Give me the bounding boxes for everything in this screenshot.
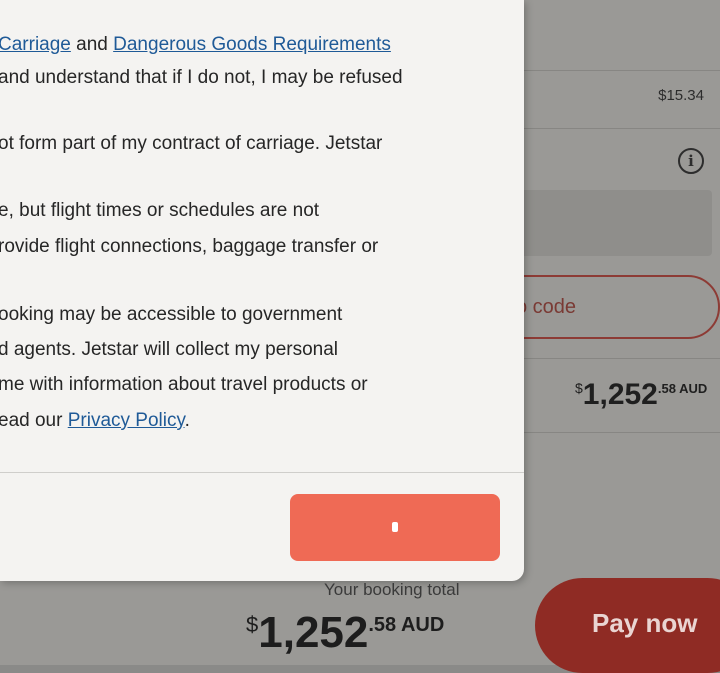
terms-line: ooking may be accessible to government [0, 304, 343, 325]
terms-line: me with information about travel product… [0, 374, 368, 395]
terms-line: ot form part of my contract of carriage.… [0, 133, 383, 154]
total-cents: .58 [657, 381, 676, 396]
row-divider [500, 128, 720, 129]
modal-divider [0, 472, 524, 473]
privacy-policy-link[interactable]: Privacy Policy [68, 410, 185, 431]
total-cents: .58 [368, 614, 397, 636]
terms-connector: and [70, 34, 114, 55]
terms-line: d agents. Jetstar will collect my person… [0, 339, 339, 360]
summary-box [500, 190, 712, 256]
privacy-suffix: . [184, 410, 190, 431]
currency-symbol: $ [575, 380, 583, 396]
terms-modal: Carriage and Dangerous Goods Requirement… [0, 0, 524, 581]
row-divider [500, 70, 720, 71]
pay-now-button[interactable]: Pay now [535, 578, 720, 673]
privacy-prefix: ead our [0, 410, 68, 431]
terms-line: rovide flight connections, baggage trans… [0, 236, 379, 257]
fee-price: $15.34 [658, 87, 704, 104]
terms-line: Carriage and Dangerous Goods Requirement… [0, 28, 391, 62]
terms-line: and understand that if I do not, I may b… [0, 67, 403, 88]
row-divider [500, 358, 720, 359]
info-icon[interactable]: i [678, 148, 704, 174]
loading-indicator [392, 522, 398, 532]
total-currency: AUD [396, 614, 445, 636]
dangerous-goods-link[interactable]: Dangerous Goods Requirements [113, 34, 391, 55]
total-amount: 1,252 [582, 378, 658, 411]
summary-total: $1,252.58 AUD [575, 378, 707, 412]
terms-line: ead our Privacy Policy. [0, 404, 190, 438]
currency-symbol: $ [246, 612, 259, 637]
total-amount: 1,252 [258, 608, 369, 657]
booking-total: $1,252.58 AUD [246, 608, 444, 658]
total-currency: AUD [675, 381, 708, 396]
terms-line: e, but flight times or schedules are not [0, 200, 320, 221]
booking-total-label: Your booking total [324, 580, 460, 599]
promo-code-placeholder: o code [516, 296, 577, 318]
pay-now-label: Pay now [592, 608, 698, 638]
conditions-of-carriage-link[interactable]: Carriage [0, 34, 71, 55]
accept-button[interactable] [290, 494, 500, 561]
row-divider [500, 432, 720, 433]
